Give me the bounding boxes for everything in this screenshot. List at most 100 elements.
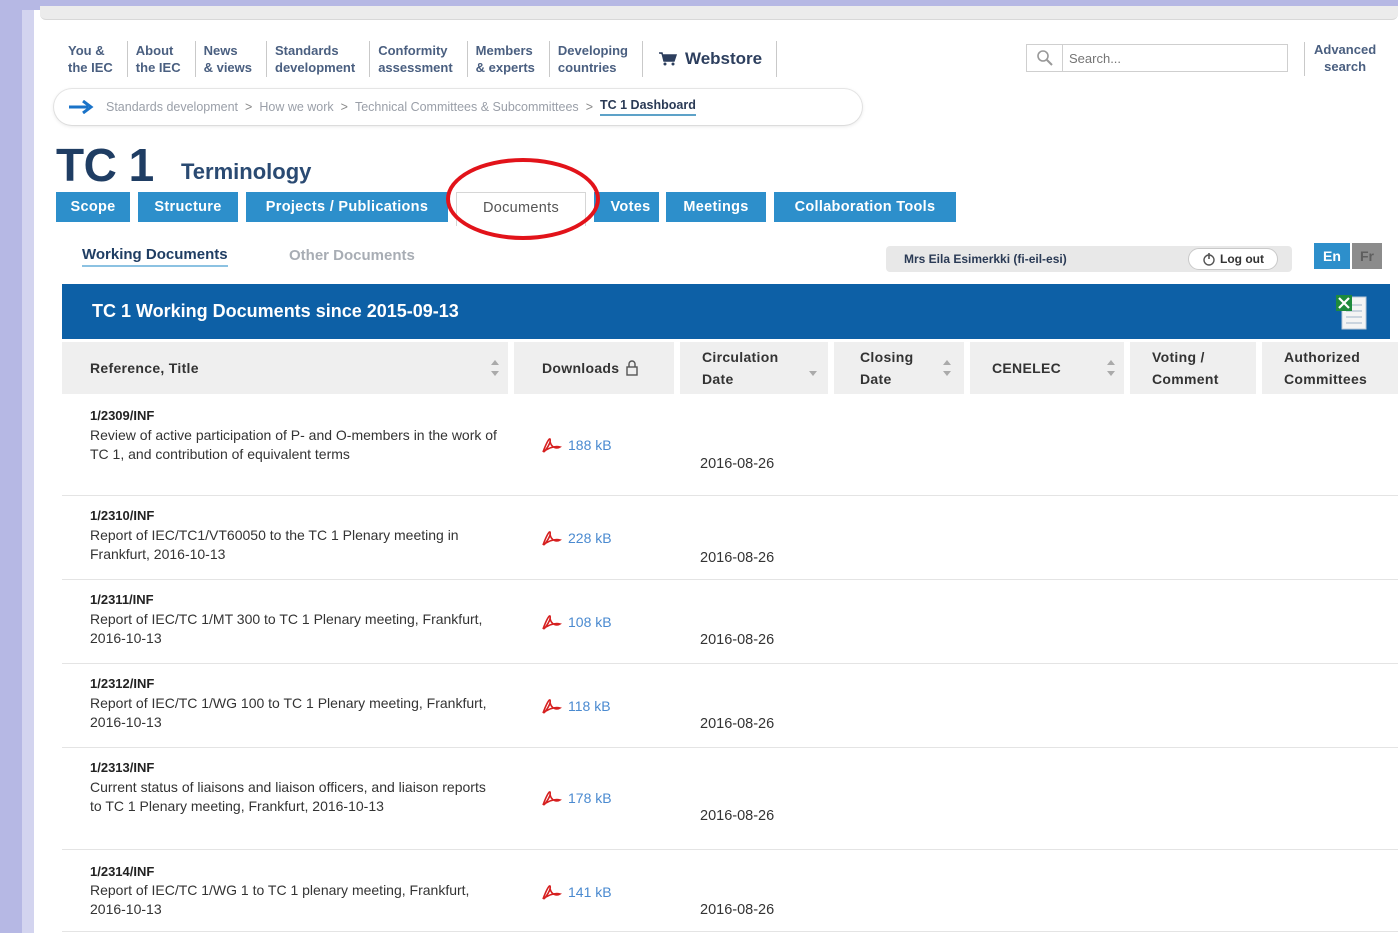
nav-label: the IEC [68, 60, 113, 75]
nav-label: About [135, 43, 174, 58]
download-link[interactable]: 228 kB [540, 528, 612, 548]
col-header-circulation-date[interactable]: Circulation Date [680, 342, 828, 394]
nav-standards-development[interactable]: Standards development [267, 41, 371, 77]
breadcrumb-standards-development[interactable]: Standards development [106, 100, 238, 114]
tab-projects-publications[interactable]: Projects / Publications [246, 192, 448, 222]
committee-name: Terminology [181, 159, 312, 184]
pdf-icon [542, 791, 562, 806]
col-header-closing-date[interactable]: Closing Date [834, 342, 964, 394]
document-reference[interactable]: 1/2311/INF [90, 592, 154, 607]
circulation-date: 2016-08-26 [700, 716, 775, 732]
nav-about-the-iec[interactable]: About the IEC [128, 41, 196, 77]
nav-label: the IEC [135, 60, 181, 75]
document-reference[interactable]: 1/2312/INF [90, 676, 154, 691]
table-row: 1/2313/INF Current status of liaisons an… [62, 750, 1398, 850]
nav-label: assessment [378, 60, 453, 75]
nav-you-and-the-iec[interactable]: You & the IEC [62, 41, 128, 77]
document-reference[interactable]: 1/2310/INF [90, 508, 154, 523]
table-row: 1/2314/INF Report of IEC/TC 1/WG 1 to TC… [62, 852, 1398, 932]
col-header-authorized-committees: Authorized Committees [1262, 342, 1398, 394]
nav-label: Members [475, 43, 533, 58]
webstore-label: Webstore [684, 49, 763, 68]
circulation-date: 2016-08-26 [700, 550, 775, 566]
top-strip [40, 6, 1398, 20]
breadcrumb-separator: > [585, 100, 593, 114]
committee-code: TC 1 [56, 139, 154, 191]
nav-conformity-assessment[interactable]: Conformity assessment [370, 41, 468, 77]
tab-collaboration-tools[interactable]: Collaboration Tools [774, 192, 956, 222]
col-header-label: Date [860, 371, 892, 387]
circulation-date: 2016-08-26 [700, 808, 775, 824]
top-navigation: You & the IEC About the IEC News & views… [62, 38, 778, 80]
highlight-circle [446, 158, 600, 240]
language-fr-button[interactable]: Fr [1352, 243, 1382, 269]
logout-label: Log out [1220, 252, 1264, 266]
col-header-label: Reference, Title [90, 360, 199, 376]
col-header-label: Committees [1284, 371, 1368, 387]
document-title: Report of IEC/TC 1/MT 300 to TC 1 Plenar… [90, 611, 483, 646]
document-reference[interactable]: 1/2313/INF [90, 760, 154, 775]
breadcrumb-separator: > [340, 100, 348, 114]
sort-icon[interactable] [1106, 357, 1116, 379]
sort-icon[interactable] [490, 357, 500, 379]
document-reference[interactable]: 1/2314/INF [90, 864, 154, 879]
nav-label: & experts [475, 60, 535, 75]
download-link[interactable]: 178 kB [540, 788, 612, 808]
power-icon [1203, 253, 1215, 266]
col-header-label: Authorized [1284, 349, 1361, 365]
table-row: 1/2309/INF Review of active participatio… [62, 398, 1398, 496]
download-link[interactable]: 188 kB [540, 435, 612, 455]
col-header-label: Downloads [542, 360, 620, 376]
excel-export-icon[interactable] [1334, 293, 1368, 331]
nav-news-and-views[interactable]: News & views [196, 41, 268, 77]
document-title: Review of active participation of P- and… [90, 427, 497, 462]
tab-meetings[interactable]: Meetings [666, 192, 766, 222]
subtab-other-documents[interactable]: Other Documents [289, 247, 415, 264]
pdf-icon [542, 699, 562, 714]
tab-votes[interactable]: Votes [594, 192, 659, 222]
table-row: 1/2310/INF Report of IEC/TC1/VT60050 to … [62, 498, 1398, 580]
download-link[interactable]: 118 kB [540, 696, 611, 716]
breadcrumb-how-we-work[interactable]: How we work [259, 100, 333, 114]
nav-label: You & [68, 43, 105, 58]
document-title: Current status of liaisons and liaison o… [90, 779, 486, 814]
nav-developing-countries[interactable]: Developing countries [550, 41, 643, 77]
download-link[interactable]: 108 kB [540, 612, 612, 632]
webstore-link[interactable]: Webstore [643, 41, 778, 77]
search-input[interactable] [1063, 50, 1263, 66]
breadcrumb-technical-committees[interactable]: Technical Committees & Subcommittees [355, 100, 579, 114]
nav-label: Developing [557, 43, 628, 58]
circulation-date: 2016-08-26 [700, 902, 775, 918]
col-header-label: Circulation [702, 349, 779, 365]
sort-icon[interactable] [942, 357, 952, 379]
file-size: 141 kB [568, 884, 612, 900]
user-bar: Mrs Eila Esimerkki (fi-eil-esi) Log out [886, 246, 1292, 272]
lock-icon [626, 360, 639, 376]
nav-label: Standards [275, 43, 339, 58]
search-icon[interactable] [1027, 45, 1063, 71]
logout-button[interactable]: Log out [1188, 248, 1278, 270]
table-row: 1/2311/INF Report of IEC/TC 1/MT 300 to … [62, 582, 1398, 664]
subtab-working-documents[interactable]: Working Documents [82, 246, 228, 267]
document-reference[interactable]: 1/2309/INF [90, 408, 154, 423]
col-header-label: CENELEC [992, 360, 1061, 376]
user-name: Mrs Eila Esimerkki (fi-eil-esi) [904, 252, 1067, 266]
document-title: Report of IEC/TC 1/WG 100 to TC 1 Plenar… [90, 695, 487, 730]
advanced-search-link[interactable]: Advanced search [1314, 41, 1376, 75]
nav-label: development [275, 60, 356, 75]
language-en-button[interactable]: En [1314, 243, 1350, 269]
window-left-frame [0, 0, 34, 933]
col-header-cenelec[interactable]: CENELEC [970, 342, 1124, 394]
col-header-reference-title[interactable]: Reference, Title [62, 342, 508, 394]
nav-members-and-experts[interactable]: Members & experts [468, 41, 550, 77]
nav-label: Conformity [378, 43, 448, 58]
sort-icon[interactable] [808, 357, 818, 379]
divider [1304, 42, 1305, 76]
col-header-downloads: Downloads [514, 342, 674, 394]
breadcrumb-current: TC 1 Dashboard [600, 98, 696, 116]
download-link[interactable]: 141 kB [540, 882, 612, 902]
page: You & the IEC About the IEC News & views… [34, 20, 1398, 933]
tab-scope[interactable]: Scope [56, 192, 130, 222]
breadcrumb: Standards development > How we work > Te… [54, 89, 862, 125]
tab-structure[interactable]: Structure [138, 192, 238, 222]
